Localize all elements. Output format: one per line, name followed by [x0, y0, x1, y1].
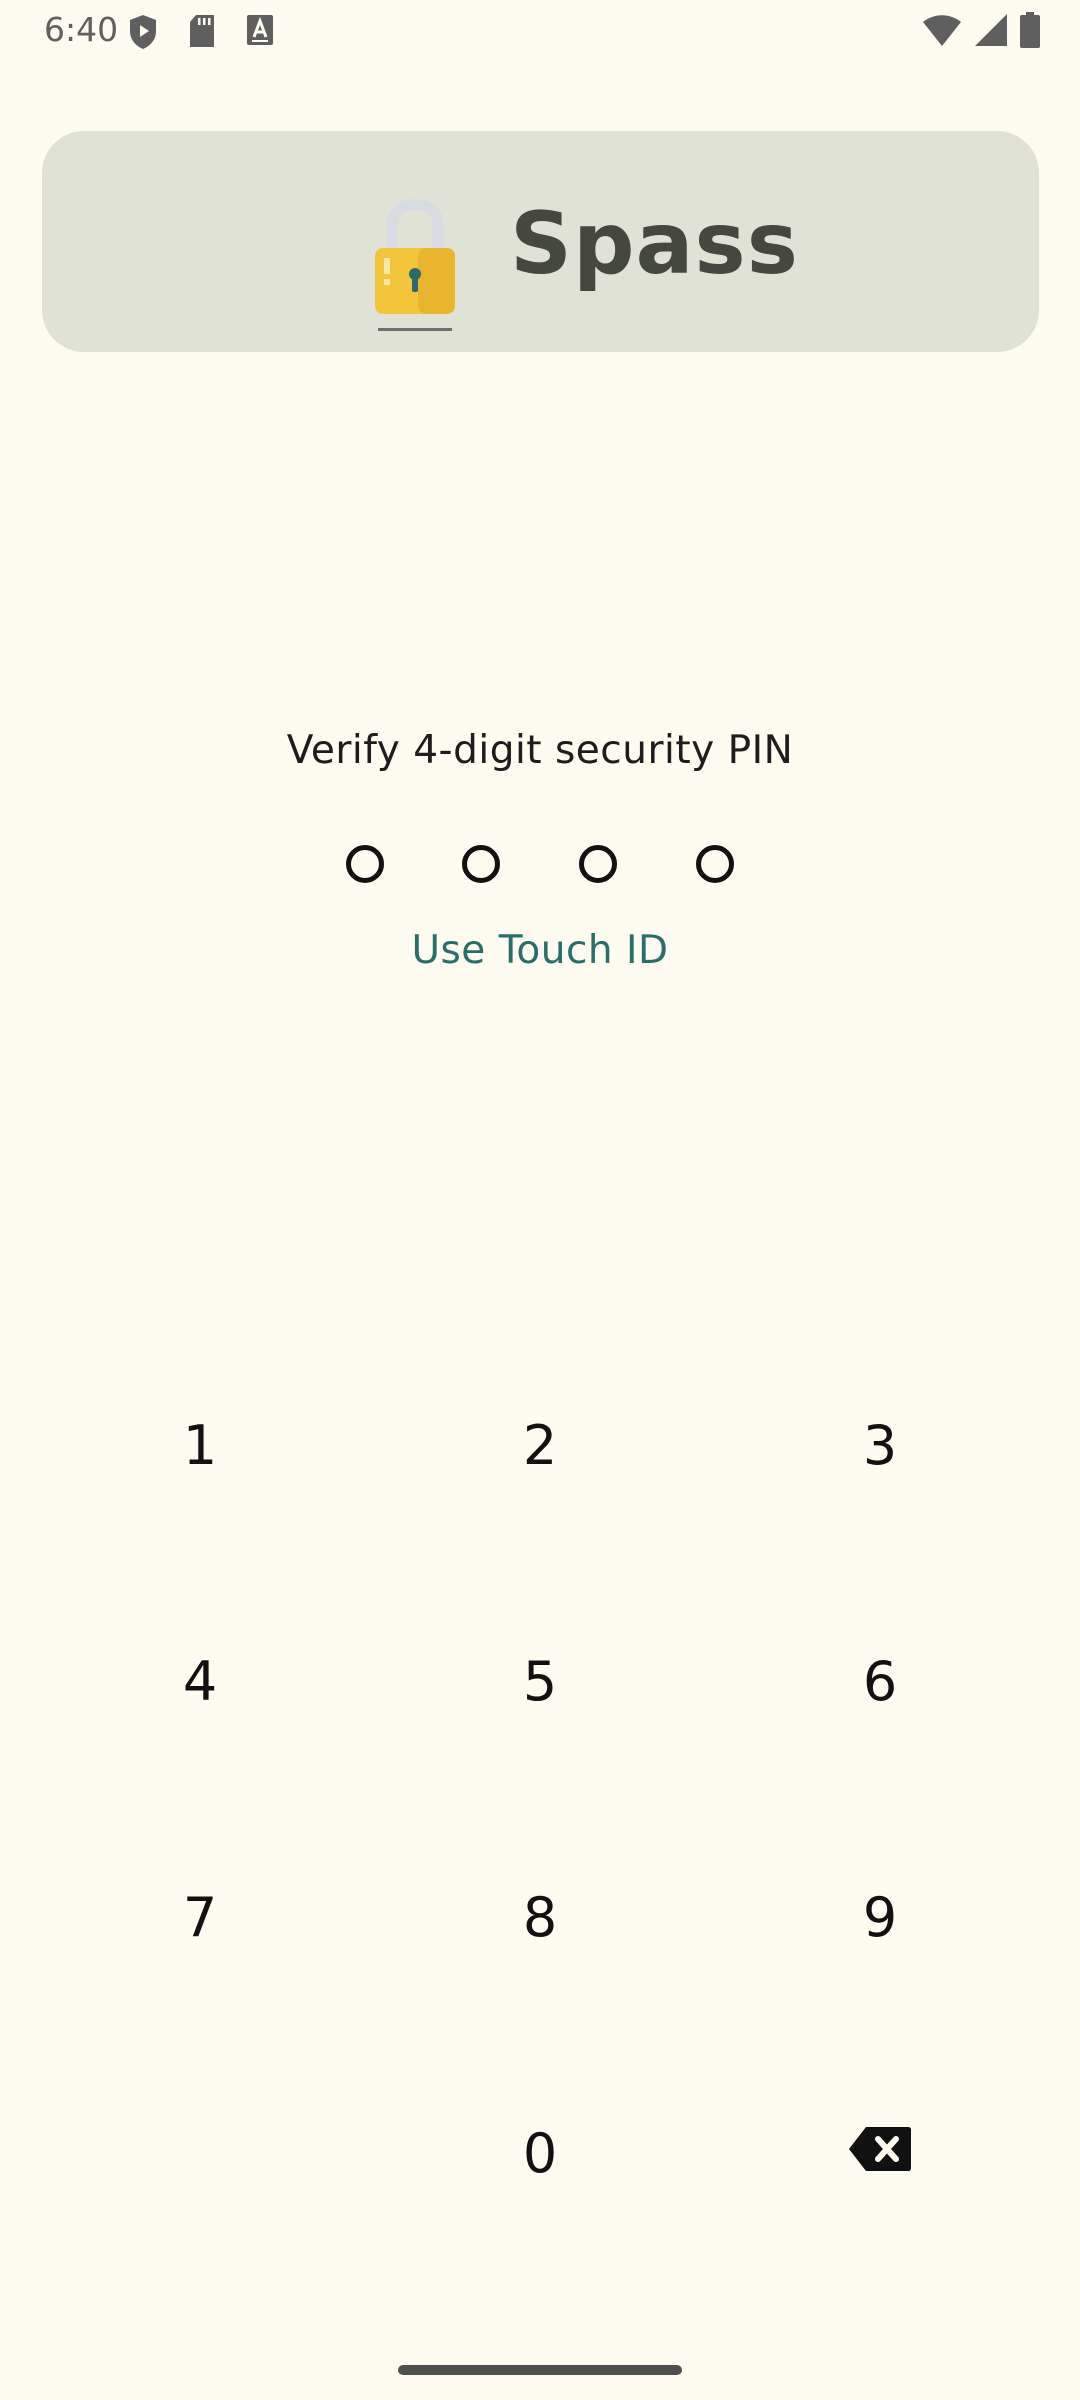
keypad-key-7[interactable]: 7 — [90, 1817, 310, 2017]
shield-play-icon — [128, 14, 158, 55]
keypad-key-1[interactable]: 1 — [90, 1345, 310, 1545]
pin-dot-4 — [696, 845, 734, 883]
keypad-key-8[interactable]: 8 — [430, 1817, 650, 2017]
keypad-key-5[interactable]: 5 — [430, 1581, 650, 1781]
text-box-icon — [246, 14, 274, 51]
padlock-icon — [370, 184, 460, 339]
keypad-key-0[interactable]: 0 — [430, 2053, 650, 2253]
battery-icon — [1020, 12, 1040, 53]
use-touch-id-button[interactable]: Use Touch ID — [0, 928, 1080, 973]
keypad-key-2[interactable]: 2 — [430, 1345, 650, 1545]
home-indicator[interactable] — [398, 2365, 682, 2375]
pin-dot-2 — [462, 845, 500, 883]
app-title: Spass — [510, 194, 799, 294]
pin-prompt: Verify 4-digit security PIN — [286, 728, 794, 773]
sd-card-icon — [188, 14, 216, 53]
wifi-icon — [922, 13, 962, 52]
keypad-key-4[interactable]: 4 — [90, 1581, 310, 1781]
status-right-icons — [922, 12, 1040, 53]
pin-dot-3 — [579, 845, 617, 883]
cellular-signal-icon — [974, 13, 1008, 52]
backspace-button[interactable] — [770, 2053, 990, 2253]
keypad-key-9[interactable]: 9 — [770, 1817, 990, 2017]
pin-lock-screen: 6:40 Spass Verify 4-digit security PIN U… — [0, 0, 1080, 2400]
backspace-icon — [848, 2122, 912, 2185]
keypad-key-6[interactable]: 6 — [770, 1581, 990, 1781]
keypad-key-3[interactable]: 3 — [770, 1345, 990, 1545]
status-bar: 6:40 — [0, 0, 1080, 64]
status-time: 6:40 — [44, 10, 119, 49]
pin-dot-1 — [346, 845, 384, 883]
